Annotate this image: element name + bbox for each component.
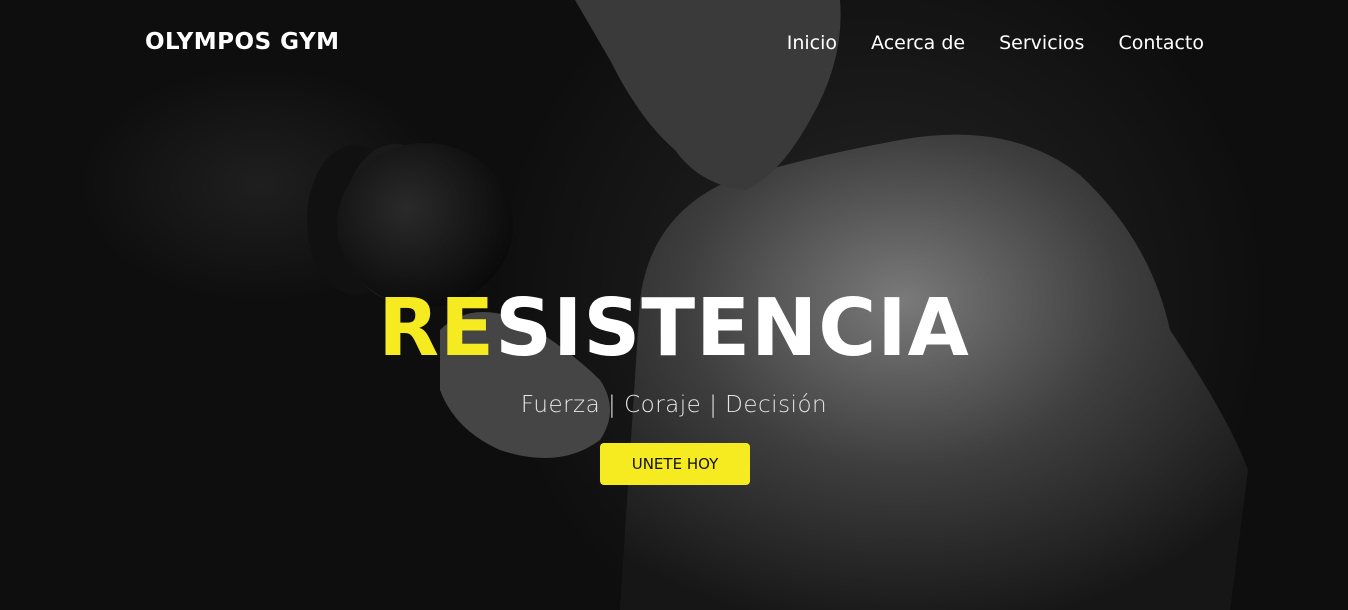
nav-item-acerca-de[interactable]: Acerca de [871,32,965,54]
brand-logo[interactable]: OLYMPOS GYM [145,29,340,55]
join-now-button[interactable]: UNETE HOY [600,443,750,485]
hero-title-rest: SISTENCIA [495,282,970,374]
nav-menu: Inicio Acerca de Servicios Contacto [787,32,1204,54]
nav-item-servicios[interactable]: Servicios [999,32,1084,54]
hero-title-highlight: RE [378,282,496,374]
nav-item-contacto[interactable]: Contacto [1118,32,1204,54]
top-navigation: OLYMPOS GYM Inicio Acerca de Servicios C… [0,0,1348,90]
nav-item-inicio[interactable]: Inicio [787,32,837,54]
hero-subtitle: Fuerza | Coraje | Decisión [520,392,828,418]
hero-title: RESISTENCIA [0,282,1348,374]
